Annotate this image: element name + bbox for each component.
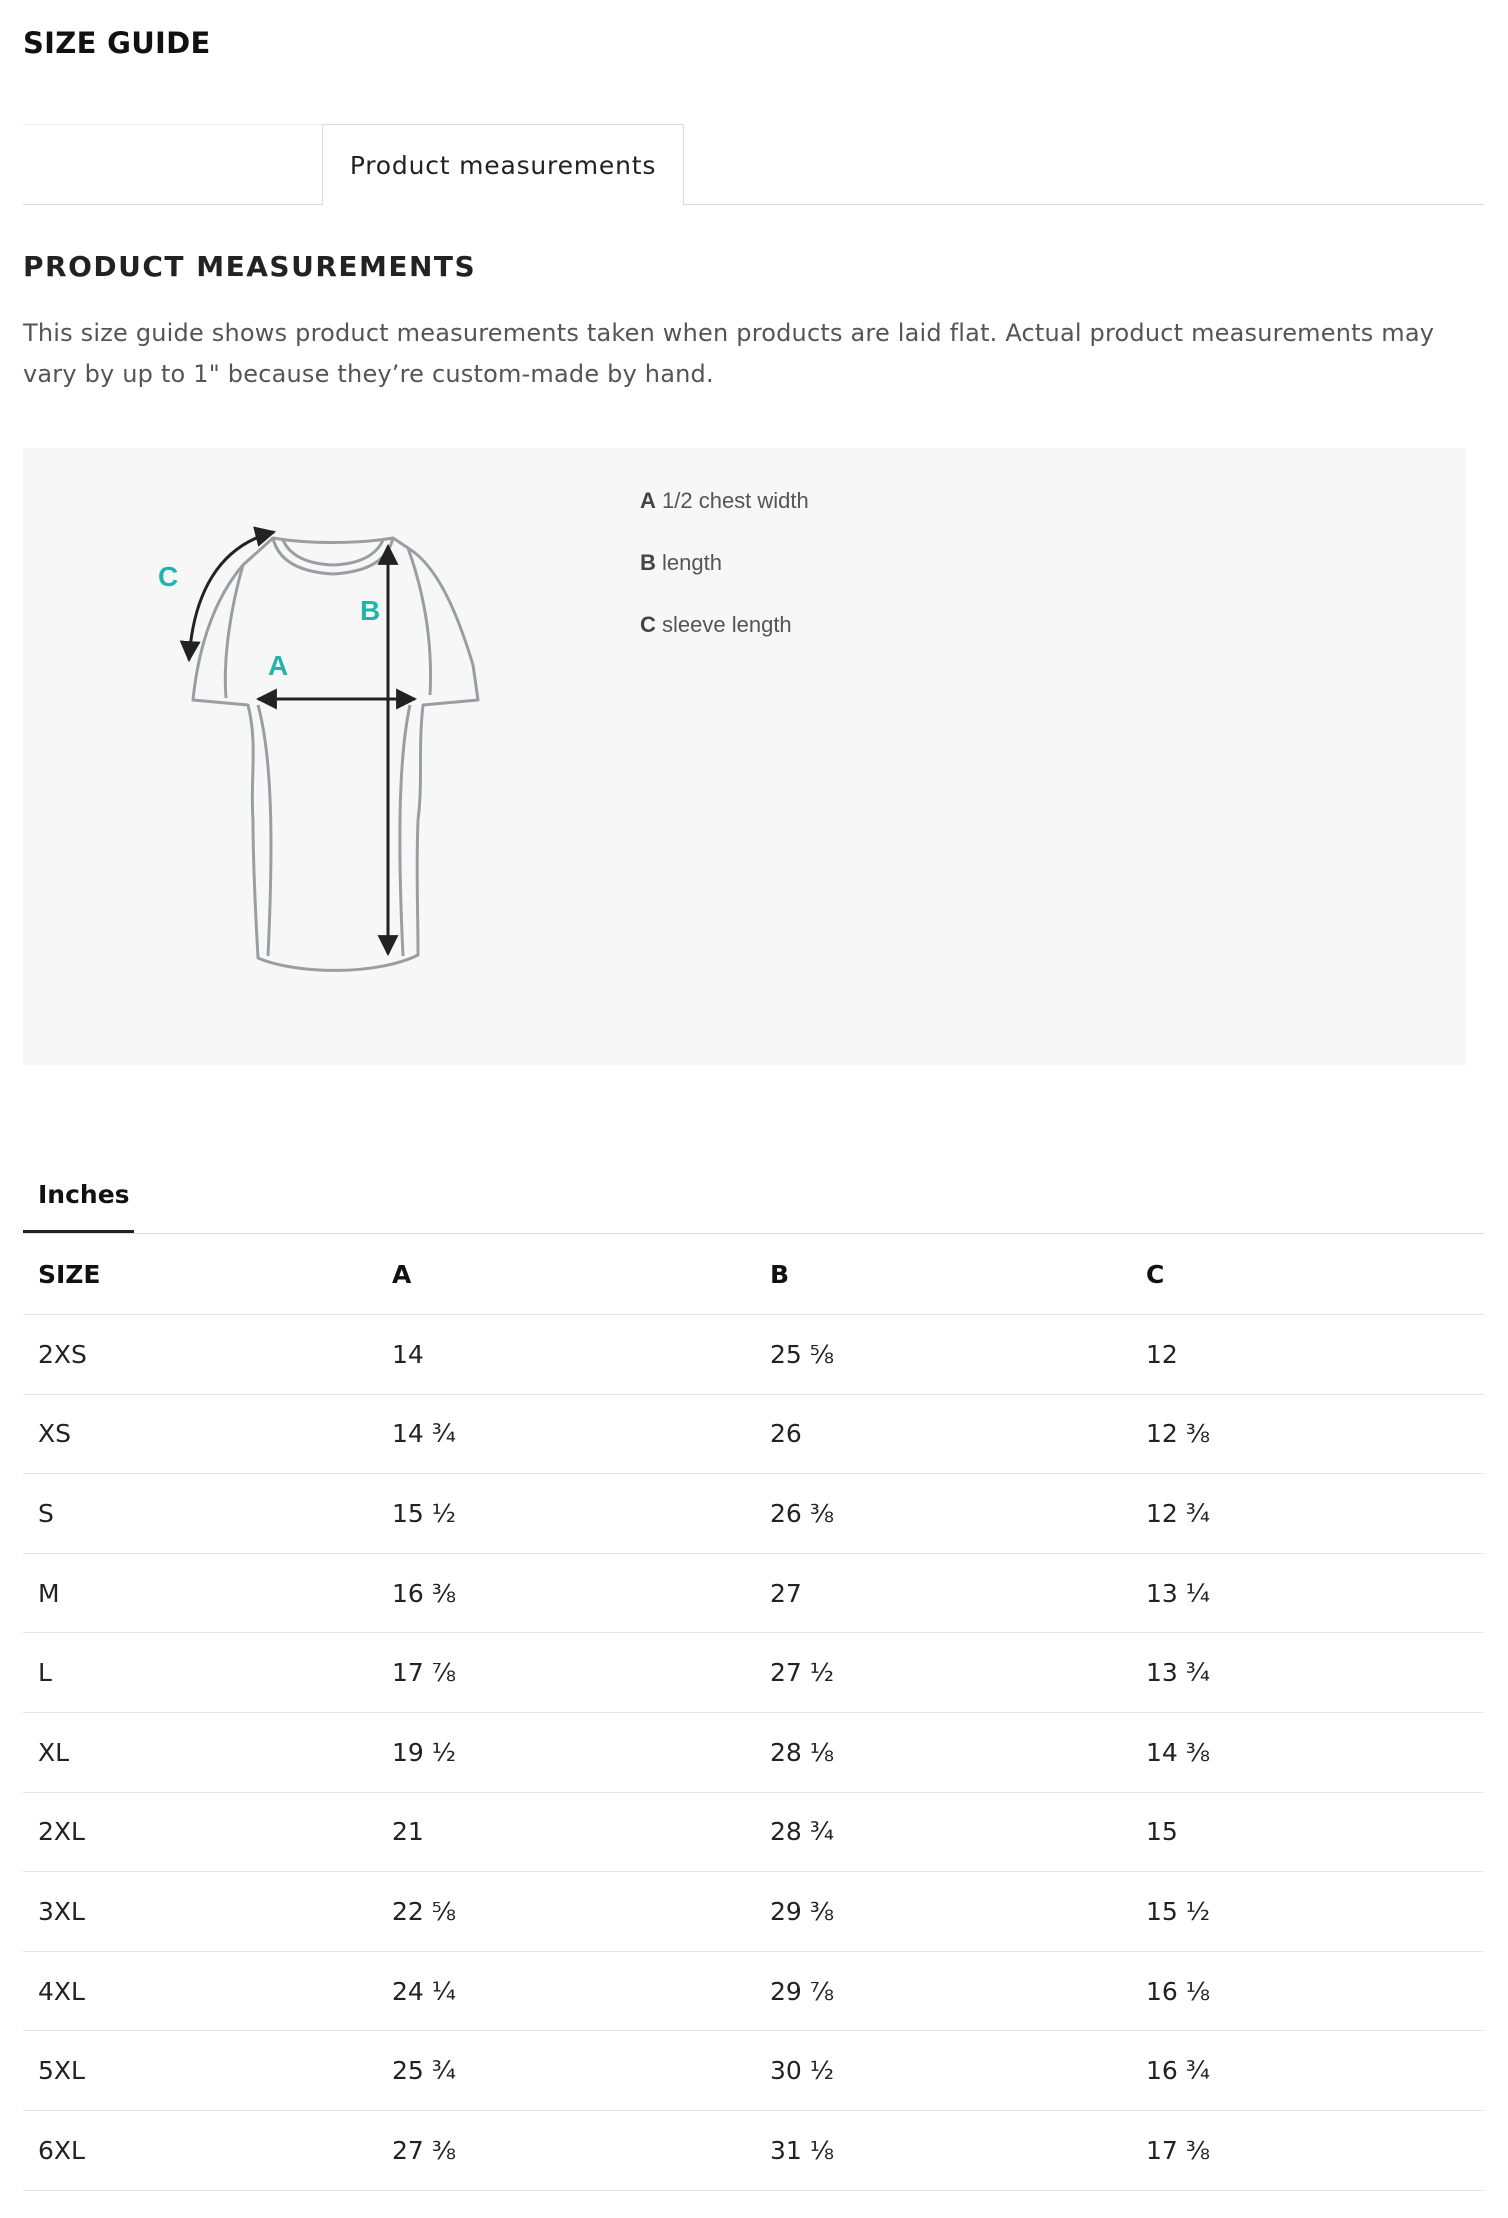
measurement-cell: 14 ¾ [377,1394,755,1475]
column-header: C [1131,1235,1484,1316]
size-cell: M [23,1553,377,1634]
column-header: SIZE [23,1235,377,1316]
unit-tabs-divider [23,1233,1484,1234]
measurement-cell: 15 ½ [377,1473,755,1554]
legend-key: B [640,550,656,575]
measurement-cell: 27 ½ [755,1632,1131,1714]
table-row: L 17 ⅞ 27 ½ 13 ¾ [23,1632,1484,1714]
measurement-cell: 26 ⅜ [755,1473,1131,1554]
section-heading: PRODUCT MEASUREMENTS [23,250,477,283]
tab-blank[interactable] [23,124,323,205]
tab-inches[interactable]: Inches [23,1180,134,1234]
size-cell: 6XL [23,2110,377,2191]
measurement-cell: 25 ¾ [377,2030,755,2112]
table-row: 3XL 22 ⅝ 29 ⅜ 15 ½ [23,1871,1484,1952]
table-row: XS 14 ¾ 26 12 ⅜ [23,1394,1484,1475]
page-title: SIZE GUIDE [23,26,211,60]
measurement-cell: 29 ⅜ [755,1871,1131,1952]
tab-bar: Product measurements [23,124,1484,206]
measurement-cell: 29 ⅞ [755,1951,1131,2032]
size-cell: XL [23,1712,377,1793]
table-row: 6XL 27 ⅜ 31 ⅛ 17 ⅜ [23,2110,1484,2191]
measurement-cell: 16 ⅜ [377,1553,755,1634]
table-row: S 15 ½ 26 ⅜ 12 ¾ [23,1473,1484,1554]
measurement-legend: A 1/2 chest width B length C sleeve leng… [640,488,809,674]
legend-label: length [662,550,722,575]
measurement-cell: 24 ¼ [377,1951,755,2032]
measurement-cell: 15 [1131,1792,1484,1873]
measurement-cell: 28 ⅛ [755,1712,1131,1793]
size-cell: 3XL [23,1871,377,1952]
intro-text: This size guide shows product measuremen… [23,319,1435,388]
measurement-cell: 12 ⅜ [1131,1394,1484,1475]
measurement-cell: 12 [1131,1314,1484,1395]
size-cell: 2XL [23,1792,377,1873]
size-cell: L [23,1632,377,1714]
measurement-cell: 17 ⅜ [1131,2110,1484,2191]
measurement-cell: 30 ½ [755,2030,1131,2112]
legend-item-c: C sleeve length [640,612,809,674]
size-cell: 4XL [23,1951,377,2032]
measurement-cell: 26 [755,1394,1131,1475]
table-row: M 16 ⅜ 27 13 ¼ [23,1553,1484,1634]
measurement-cell: 14 [377,1314,755,1395]
measurement-diagram-panel: A B C A 1/2 chest width B length C sleev… [23,448,1466,1065]
measurement-cell: 13 ¼ [1131,1553,1484,1634]
column-header: A [377,1235,755,1316]
marker-b: B [360,595,380,626]
legend-key: C [640,612,656,637]
measurement-cell: 14 ⅜ [1131,1712,1484,1793]
size-cell: S [23,1473,377,1554]
measurement-cell: 12 ¾ [1131,1473,1484,1554]
measurement-cell: 21 [377,1792,755,1873]
size-cell: XS [23,1394,377,1475]
measurement-cell: 16 ¾ [1131,2030,1484,2112]
legend-label: sleeve length [662,612,792,637]
marker-c: C [158,561,178,592]
legend-label: 1/2 chest width [662,488,809,513]
tshirt-outline [191,536,480,972]
tab-product-measurements[interactable]: Product measurements [322,124,684,206]
measurement-cell: 17 ⅞ [377,1632,755,1714]
size-cell: 5XL [23,2030,377,2112]
legend-item-a: A 1/2 chest width [640,488,809,550]
table-row: 4XL 24 ¼ 29 ⅞ 16 ⅛ [23,1951,1484,2032]
size-table-body: 2XS 14 25 ⅝ 12 XS 14 ¾ 26 12 ⅜ S 15 ½ 26 ⅜ 12 ¾ M 16 … [23,1314,1484,2191]
table-row: 5XL 25 ¾ 30 ½ 16 ¾ [23,2030,1484,2112]
legend-item-b: B length [640,550,809,612]
table-header-row: SIZE A B C [23,1235,1484,1316]
size-cell: 2XS [23,1314,377,1395]
column-header: B [755,1235,1131,1316]
table-row: 2XS 14 25 ⅝ 12 [23,1314,1484,1395]
measurement-cell: 19 ½ [377,1712,755,1793]
measurement-cell: 25 ⅝ [755,1314,1131,1395]
measurement-cell: 28 ¾ [755,1792,1131,1873]
tshirt-diagram: A B C [158,526,480,972]
table-row: 2XL 21 28 ¾ 15 [23,1792,1484,1873]
measurement-cell: 13 ¾ [1131,1632,1484,1714]
table-row: XL 19 ½ 28 ⅛ 14 ⅜ [23,1712,1484,1793]
measurement-cell: 15 ½ [1131,1871,1484,1952]
measurement-cell: 27 ⅜ [377,2110,755,2191]
legend-key: A [640,488,656,513]
marker-a: A [268,650,288,681]
measurement-cell: 16 ⅛ [1131,1951,1484,2032]
size-table: SIZE A B C 2XS 14 25 ⅝ 12 XS 14 ¾ 26 12 ⅜ S 15 ½2… [23,1235,1484,2191]
measurement-cell: 22 ⅝ [377,1871,755,1952]
measurement-cell: 31 ⅛ [755,2110,1131,2191]
measurement-cell: 27 [755,1553,1131,1634]
